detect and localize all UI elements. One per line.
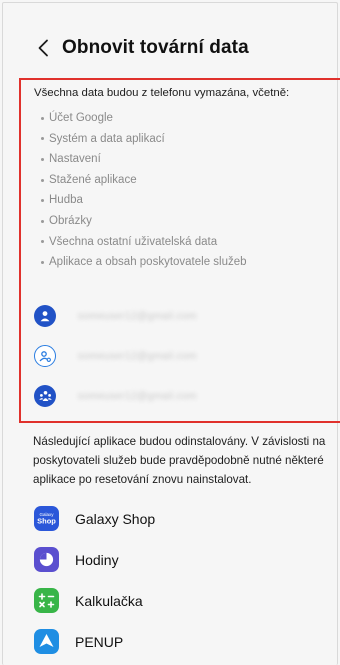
bullet-icon: [41, 137, 44, 141]
bullet-icon: [41, 260, 44, 264]
account-email: someuser12@gmail.com: [78, 310, 197, 322]
app-item-kalkulacka[interactable]: Kalkulačka: [34, 580, 334, 621]
data-intro-text: Všechna data budou z telefonu vymazána, …: [34, 87, 290, 99]
account-row: someuser12@gmail.com: [34, 336, 334, 376]
app-item-galaxy-shop[interactable]: Galaxy Shop Galaxy Shop: [34, 498, 334, 539]
app-item-penup[interactable]: PENUP: [34, 621, 334, 662]
app-label: PENUP: [75, 633, 124, 650]
penup-icon: [34, 629, 59, 654]
account-email: someuser12@gmail.com: [78, 390, 197, 402]
bullet-icon: [41, 219, 44, 223]
app-list: Galaxy Shop Galaxy Shop Hodiny Kalkulačk…: [34, 498, 334, 662]
bullet-icon: [41, 116, 44, 120]
user-settings-icon: [34, 345, 56, 367]
shop-label: Shop: [37, 517, 56, 526]
list-item-label: Stažené aplikace: [49, 173, 137, 186]
list-item-label: Účet Google: [49, 112, 113, 124]
list-item: Stažené aplikace: [41, 170, 331, 191]
family-icon: [34, 385, 56, 407]
list-item: Aplikace a obsah poskytovatele služeb: [41, 252, 331, 273]
page-title: Obnovit tovární data: [62, 37, 249, 58]
galaxy-shop-icon: Galaxy Shop: [34, 506, 59, 531]
chevron-left-icon: [38, 39, 48, 57]
list-item-label: Systém a data aplikací: [49, 132, 165, 145]
bullet-icon: [41, 199, 44, 203]
list-item: Nastavení: [41, 149, 331, 170]
list-item: Účet Google: [41, 108, 331, 129]
samsung-account-icon: [34, 305, 56, 327]
list-item-label: Obrázky: [49, 214, 92, 227]
calculator-icon: [34, 588, 59, 613]
list-item: Obrázky: [41, 211, 331, 232]
app-header: Obnovit tovární data: [0, 28, 340, 68]
back-button[interactable]: [28, 33, 58, 63]
account-row: someuser12@gmail.com: [34, 376, 334, 416]
account-list: someuser12@gmail.com someuser12@gmail.co…: [34, 296, 334, 416]
account-email: someuser12@gmail.com: [78, 350, 197, 362]
erased-data-list: Účet Google Systém a data aplikací Nasta…: [41, 108, 331, 273]
app-item-hodiny[interactable]: Hodiny: [34, 539, 334, 580]
clock-icon: [34, 547, 59, 572]
bullet-icon: [41, 178, 44, 182]
list-item-label: Hudba: [49, 194, 83, 207]
list-item-label: Aplikace a obsah poskytovatele služeb: [49, 256, 247, 269]
account-row: someuser12@gmail.com: [34, 296, 334, 336]
list-item-label: Všechna ostatní uživatelská data: [49, 235, 218, 248]
app-label: Kalkulačka: [75, 592, 143, 609]
list-item: Systém a data aplikací: [41, 129, 331, 150]
list-item: Všechna ostatní uživatelská data: [41, 232, 331, 253]
bullet-icon: [41, 240, 44, 244]
apps-intro-text: Následující aplikace budou odinstalovány…: [33, 435, 326, 486]
list-item: Hudba: [41, 190, 331, 211]
phone-screen: Obnovit tovární data Všechna data budou …: [0, 0, 340, 665]
bullet-icon: [41, 157, 44, 161]
app-label: Galaxy Shop: [75, 510, 156, 527]
app-label: Hodiny: [75, 551, 119, 568]
list-item-label: Nastavení: [49, 153, 101, 166]
